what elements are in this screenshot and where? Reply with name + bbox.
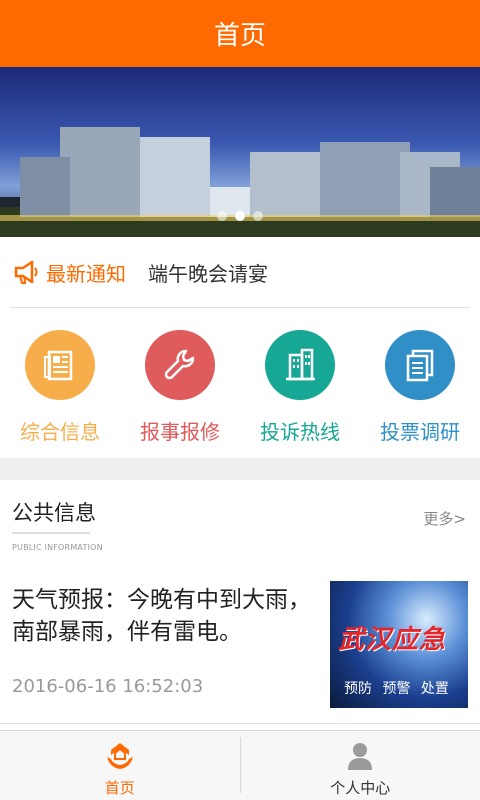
news-item[interactable]: 天气预报：今晚有中到大雨，南部暴雨，伴有雷电。 xyxy=(12,584,312,648)
carousel-dot[interactable] xyxy=(253,211,263,221)
divider xyxy=(0,723,480,724)
bottom-tab-bar: 首页 个人中心 xyxy=(0,730,480,800)
section-gap xyxy=(0,458,480,480)
wrench-icon xyxy=(145,330,215,400)
carousel-indicator[interactable] xyxy=(0,211,480,221)
news-thumbnail[interactable]: 武汉应急 预防 预警 处置 xyxy=(330,581,468,708)
more-link[interactable]: 更多> xyxy=(423,508,466,529)
menu-item-general-info[interactable]: 综合信息 xyxy=(0,318,120,458)
menu-label: 综合信息 xyxy=(20,420,100,444)
latest-notice[interactable]: 最新通知 端午晚会请宴 xyxy=(0,237,480,307)
thumbnail-subtitle: 预防 预警 处置 xyxy=(344,681,449,697)
top-bar: 首页 xyxy=(0,0,480,67)
building-icon xyxy=(265,330,335,400)
document-icon xyxy=(385,330,455,400)
tab-home[interactable]: 首页 xyxy=(0,731,240,800)
megaphone-icon xyxy=(14,260,38,284)
section-subtitle: PUBLIC INFORMATION xyxy=(12,543,103,552)
notice-label: 最新通知 xyxy=(46,261,126,286)
menu-label: 投票调研 xyxy=(380,420,460,444)
thumbnail-title: 武汉应急 xyxy=(338,625,447,655)
notice-text[interactable]: 端午晚会请宴 xyxy=(148,258,268,287)
section-title: 公共信息 xyxy=(12,501,96,525)
carousel-dot[interactable] xyxy=(217,211,227,221)
tab-label: 首页 xyxy=(104,779,135,797)
news-title[interactable]: 天气预报：今晚有中到大雨，南部暴雨，伴有雷电。 xyxy=(12,584,312,648)
menu-label: 投诉热线 xyxy=(260,420,340,444)
user-icon xyxy=(348,743,373,770)
menu-item-complaint[interactable]: 投诉热线 xyxy=(240,318,360,458)
news-date: 2016-06-16 16:52:03 xyxy=(12,676,204,697)
menu-item-repair[interactable]: 报事报修 xyxy=(120,318,240,458)
page-title: 首页 xyxy=(213,21,266,51)
quick-menu: 综合信息 报事报修 投诉热线 投票调研 xyxy=(0,318,480,458)
section-underline xyxy=(12,532,90,534)
menu-label: 报事报修 xyxy=(140,420,220,444)
tab-profile[interactable]: 个人中心 xyxy=(241,731,480,800)
newspaper-icon xyxy=(25,330,95,400)
home-hands-icon xyxy=(106,743,133,769)
banner-carousel[interactable] xyxy=(0,67,480,237)
tab-label: 个人中心 xyxy=(330,779,391,797)
menu-item-survey[interactable]: 投票调研 xyxy=(360,318,480,458)
divider xyxy=(10,307,470,308)
carousel-dot-active[interactable] xyxy=(235,211,245,221)
